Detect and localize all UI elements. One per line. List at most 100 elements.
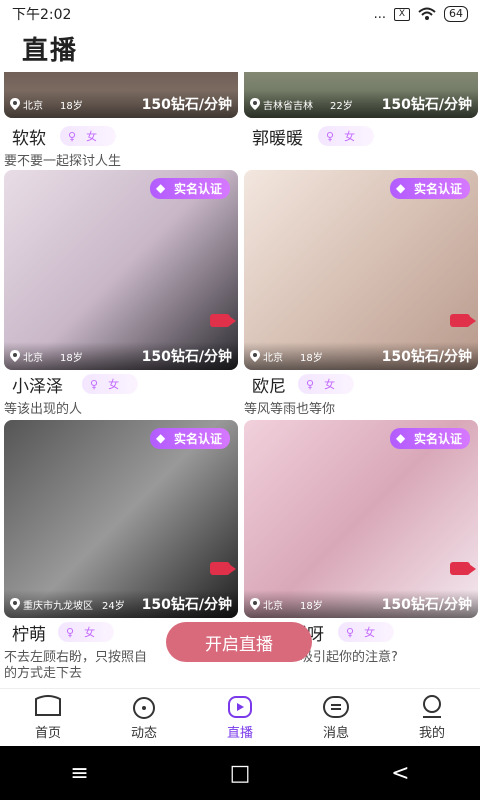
tab-home[interactable]: 首页 [0, 689, 96, 747]
card-price: 150钻石/分钟 [141, 349, 232, 365]
verified-badge: ◆ 实名认证 [389, 428, 470, 449]
tab-live[interactable]: 直播 [192, 689, 288, 747]
verified-badge: ◆ 实名认证 [149, 428, 230, 449]
streamer-name: 软软 [12, 129, 46, 149]
tab-label: 动态 [130, 726, 157, 741]
gender-tag: ♀ 女 [338, 622, 394, 642]
message-icon [323, 696, 349, 718]
tab-moments[interactable]: 动态 [96, 689, 192, 747]
diamond-icon: ◆ [155, 431, 166, 445]
moments-icon [133, 697, 155, 719]
tab-profile[interactable]: 我的 [384, 689, 480, 747]
back-icon[interactable]: < [391, 761, 409, 786]
gender-tag: ♀ 女 [82, 374, 138, 394]
gender-tag: ♀ 女 [60, 126, 116, 146]
tab-label: 直播 [226, 726, 253, 741]
camera-icon [210, 562, 236, 575]
live-card[interactable]: ◆ 实名认证 北京 18岁 150钻石/分钟 [244, 420, 478, 618]
card-age: 18岁 [60, 100, 83, 112]
live-card[interactable]: 北京 18岁 150钻石/分钟 [4, 72, 238, 118]
card-price: 150钻石/分钟 [141, 97, 232, 113]
diamond-icon: ◆ [155, 181, 166, 195]
female-icon: ♀ [346, 625, 355, 639]
card-price: 150钻石/分钟 [381, 349, 472, 365]
streamer-name: 郭暖暖 [252, 129, 303, 149]
live-card[interactable]: 吉林省吉林 22岁 150钻石/分钟 [244, 72, 478, 118]
live-feed[interactable]: 北京 18岁 150钻石/分钟 吉林省吉林 22岁 150钻石/分钟 软软 ♀ 女 郭… [0, 72, 480, 682]
location-icon [250, 98, 260, 110]
live-card[interactable]: ◆ 实名认证 北京 18岁 150钻石/分钟 [4, 170, 238, 370]
card-location: 重庆市九龙坡区 [23, 600, 93, 612]
home-icon [35, 695, 61, 716]
system-nav-bar: ≡ □ < [0, 746, 480, 800]
streamer-name: 欧尼 [252, 377, 286, 397]
card-meta: 北京 18岁 150钻石/分钟 [4, 342, 238, 370]
card-age: 18岁 [60, 352, 83, 364]
streamer-signature: 等风等雨也等你 [244, 402, 336, 417]
diamond-icon: ◆ [395, 431, 406, 445]
female-icon: ♀ [326, 129, 335, 143]
card-meta: 北京 18岁 150钻石/分钟 [4, 90, 238, 118]
gender-tag: ♀ 女 [318, 126, 374, 146]
card-price: 150钻石/分钟 [141, 597, 232, 613]
location-icon [10, 598, 20, 610]
tab-label: 我的 [418, 726, 445, 741]
female-icon: ♀ [90, 377, 99, 391]
sim-off-icon: X [394, 7, 410, 21]
card-location: 北京 [263, 600, 283, 612]
card-location: 北京 [23, 352, 43, 364]
streamer-signature-line2: 的方式走下去 [4, 666, 83, 681]
camera-icon [450, 562, 476, 575]
bottom-tab-bar: 首页 动态 直播 消息 我的 [0, 688, 480, 747]
menu-icon[interactable]: ≡ [70, 761, 88, 786]
card-location: 北京 [263, 352, 283, 364]
streamer-signature: 吸引起你的注意? [300, 650, 398, 665]
verified-badge: ◆ 实名认证 [389, 178, 470, 199]
camera-icon [450, 314, 476, 327]
live-icon [228, 696, 252, 718]
card-location: 北京 [23, 100, 43, 112]
page-title: 直播 [22, 36, 79, 66]
card-meta: 北京 18岁 150钻石/分钟 [244, 590, 478, 618]
live-card[interactable]: ◆ 实名认证 北京 18岁 150钻石/分钟 [244, 170, 478, 370]
card-meta: 重庆市九龙坡区 24岁 150钻石/分钟 [4, 590, 238, 618]
card-meta: 北京 18岁 150钻石/分钟 [244, 342, 478, 370]
card-age: 18岁 [300, 600, 323, 612]
start-live-button[interactable]: 开启直播 [166, 622, 312, 662]
female-icon: ♀ [68, 129, 77, 143]
streamer-signature: 等该出现的人 [4, 402, 83, 417]
streamer-signature: 要不要一起探讨人生 [4, 154, 122, 169]
status-bar: 下午2:02 ... X 64 [0, 0, 480, 28]
location-icon [10, 350, 20, 362]
gender-tag: ♀ 女 [298, 374, 354, 394]
location-icon [250, 598, 260, 610]
gender-tag: ♀ 女 [58, 622, 114, 642]
card-age: 18岁 [300, 352, 323, 364]
profile-icon [423, 695, 441, 718]
status-icons: ... X 64 [374, 6, 468, 22]
camera-icon [210, 314, 236, 327]
female-icon: ♀ [66, 625, 75, 639]
card-location: 吉林省吉林 [263, 100, 313, 112]
status-time: 下午2:02 [12, 7, 72, 23]
tab-label: 消息 [322, 726, 349, 741]
more-dots-icon: ... [373, 6, 386, 22]
tab-messages[interactable]: 消息 [288, 689, 384, 747]
streamer-name: 柠萌 [12, 625, 46, 645]
battery-icon: 64 [444, 6, 468, 22]
diamond-icon: ◆ [395, 181, 406, 195]
live-card[interactable]: ◆ 实名认证 重庆市九龙坡区 24岁 150钻石/分钟 [4, 420, 238, 618]
location-icon [10, 98, 20, 110]
card-meta: 吉林省吉林 22岁 150钻石/分钟 [244, 90, 478, 118]
card-age: 22岁 [330, 100, 353, 112]
card-price: 150钻石/分钟 [381, 97, 472, 113]
tab-label: 首页 [34, 726, 61, 741]
female-icon: ♀ [306, 377, 315, 391]
streamer-name: 小泽泽 [12, 377, 63, 397]
card-age: 24岁 [102, 600, 125, 612]
verified-badge: ◆ 实名认证 [149, 178, 230, 199]
location-icon [250, 350, 260, 362]
card-price: 150钻石/分钟 [381, 597, 472, 613]
wifi-icon [418, 7, 436, 20]
home-nav-icon[interactable]: □ [230, 761, 251, 786]
